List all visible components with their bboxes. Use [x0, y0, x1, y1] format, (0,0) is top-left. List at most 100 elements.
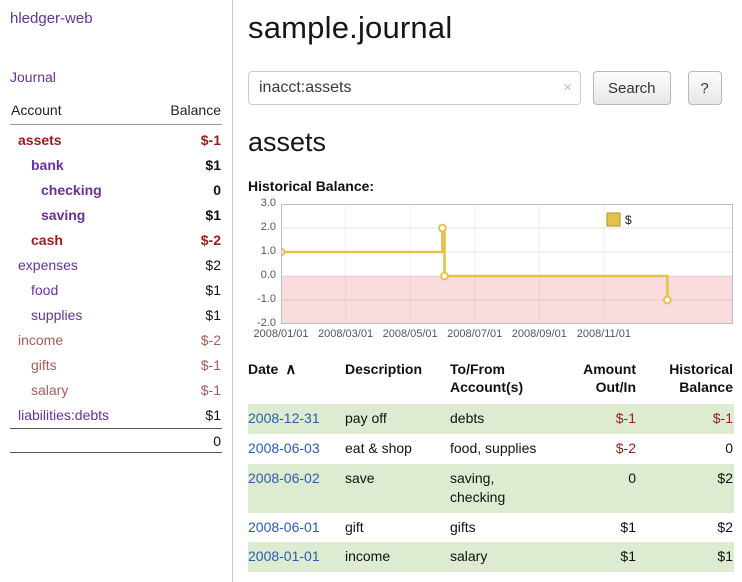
register-header-row: Date∧ Description To/From Account(s) Amo… [248, 360, 734, 404]
sidebar-account-row: saving $1 [10, 202, 222, 227]
account-balance: $1 [205, 307, 222, 323]
cell-amount: 0 [550, 464, 642, 513]
accounts-total-row: 0 [10, 428, 222, 453]
account-link-liabilities-debts[interactable]: liabilities:debts [10, 407, 109, 423]
account-link-gifts[interactable]: gifts [10, 357, 57, 373]
transaction-date-link[interactable]: 2008-06-01 [248, 519, 320, 535]
x-tick-label: 2008/01/01 [253, 328, 308, 340]
y-tick-label: 0.0 [248, 269, 276, 281]
cell-date: 2008-12-31 [248, 404, 345, 434]
sort-ascending-icon: ∧ [285, 361, 296, 378]
clear-search-icon[interactable]: × [563, 79, 572, 96]
search-box: × [248, 71, 581, 105]
account-link-cash[interactable]: cash [10, 232, 63, 248]
col-header-accounts: To/From Account(s) [450, 360, 550, 404]
app-title-link[interactable]: hledger-web [10, 10, 222, 27]
x-tick-label: 2008/09/01 [512, 328, 567, 340]
y-tick-label: 2.0 [248, 221, 276, 233]
accounts-header-balance: Balance [170, 102, 221, 118]
cell-date: 2008-06-01 [248, 513, 345, 543]
account-balance: $-1 [201, 382, 222, 398]
account-link-saving[interactable]: saving [10, 207, 85, 223]
cell-accounts: debts [450, 404, 550, 434]
register-table: Date∧ Description To/From Account(s) Amo… [248, 360, 734, 572]
account-link-income[interactable]: income [10, 332, 63, 348]
legend-label: $ [625, 213, 632, 227]
account-balance: $2 [205, 257, 222, 273]
cell-accounts: food, supplies [450, 434, 550, 464]
account-balance: $1 [205, 207, 222, 223]
col-header-balance: Historical Balance [642, 360, 734, 404]
page-title: sample.journal [248, 10, 734, 46]
cell-description: gift [345, 513, 450, 543]
y-tick-label: -1.0 [248, 293, 276, 305]
cell-date: 2008-06-03 [248, 434, 345, 464]
account-link-salary[interactable]: salary [10, 382, 68, 398]
nav-journal-link[interactable]: Journal [10, 69, 222, 85]
col-header-description: Description [345, 360, 450, 404]
balance-chart: 3.02.01.00.0-1.0-2.0 $ 2008/01/012008/03… [248, 202, 734, 344]
search-button[interactable]: Search [593, 71, 671, 105]
help-button[interactable]: ? [688, 71, 722, 105]
account-balance: $1 [205, 157, 222, 173]
account-link-food[interactable]: food [10, 282, 58, 298]
cell-balance: $2 [642, 513, 734, 543]
sidebar-account-row: bank $1 [10, 152, 222, 177]
account-link-expenses[interactable]: expenses [10, 257, 78, 273]
cell-balance: $1 [642, 542, 734, 572]
transaction-date-link[interactable]: 2008-12-31 [248, 410, 320, 426]
register-row: 2008-06-03eat & shopfood, supplies$-20 [248, 434, 734, 464]
sidebar-account-row: liabilities:debts$1 [10, 402, 222, 427]
sidebar-account-row: assets$-1 [10, 127, 222, 152]
search-bar: × Search ? [248, 71, 734, 105]
register-body: 2008-12-31pay offdebts$-1$-12008-06-03ea… [248, 404, 734, 572]
y-tick-label: 3.0 [248, 197, 276, 209]
sidebar-account-row: gifts $-1 [10, 352, 222, 377]
cell-balance: $-1 [642, 404, 734, 434]
cell-date: 2008-06-02 [248, 464, 345, 513]
account-balance: $-1 [201, 357, 222, 373]
sidebar-account-row: income$-2 [10, 327, 222, 352]
sidebar-account-row: supplies $1 [10, 302, 222, 327]
sidebar-account-row: salary $-1 [10, 377, 222, 402]
chart-section-heading: Historical Balance: [248, 178, 734, 194]
register-row: 2008-06-02savesaving, checking0$2 [248, 464, 734, 513]
sidebar-account-row: food$1 [10, 277, 222, 302]
account-link-checking[interactable]: checking [10, 182, 102, 198]
cell-description: pay off [345, 404, 450, 434]
balance-chart-plot: $ [281, 204, 733, 324]
x-tick-label: 2008/11/01 [577, 328, 631, 340]
x-tick-label: 2008/03/01 [318, 328, 373, 340]
cell-amount: $1 [550, 542, 642, 572]
account-link-assets[interactable]: assets [10, 132, 62, 148]
cell-accounts: salary [450, 542, 550, 572]
account-balance: $-2 [201, 232, 222, 248]
register-row: 2008-12-31pay offdebts$-1$-1 [248, 404, 734, 434]
transaction-date-link[interactable]: 2008-06-02 [248, 470, 320, 486]
cell-amount: $-2 [550, 434, 642, 464]
cell-date: 2008-01-01 [248, 542, 345, 572]
cell-amount: $1 [550, 513, 642, 543]
account-tree: assets$-1bank$1checking0saving$1cash$-2e… [10, 127, 222, 427]
cell-description: eat & shop [345, 434, 450, 464]
account-link-supplies[interactable]: supplies [10, 307, 82, 323]
transaction-date-link[interactable]: 2008-06-03 [248, 440, 320, 456]
sidebar: hledger-web Journal Account Balance asse… [0, 0, 233, 582]
chart-canvas: $ [281, 204, 733, 324]
sidebar-account-row: checking0 [10, 177, 222, 202]
account-link-bank[interactable]: bank [10, 157, 64, 173]
accounts-header-account: Account [11, 102, 62, 118]
col-header-date[interactable]: Date∧ [248, 360, 345, 404]
search-input[interactable] [248, 71, 581, 105]
x-tick-label: 2008/07/01 [447, 328, 502, 340]
cell-accounts: gifts [450, 513, 550, 543]
accounts-table-header: Account Balance [10, 102, 222, 125]
accounts-total-value: 0 [213, 433, 221, 449]
cell-accounts: saving, checking [450, 464, 550, 513]
cell-balance: $2 [642, 464, 734, 513]
register-row: 2008-06-01 giftgifts$1$2 [248, 513, 734, 543]
col-header-amount: Amount Out/In [550, 360, 642, 404]
register-row: 2008-01-01incomesalary$1$1 [248, 542, 734, 572]
y-tick-label: 1.0 [248, 245, 276, 257]
transaction-date-link[interactable]: 2008-01-01 [248, 548, 320, 564]
